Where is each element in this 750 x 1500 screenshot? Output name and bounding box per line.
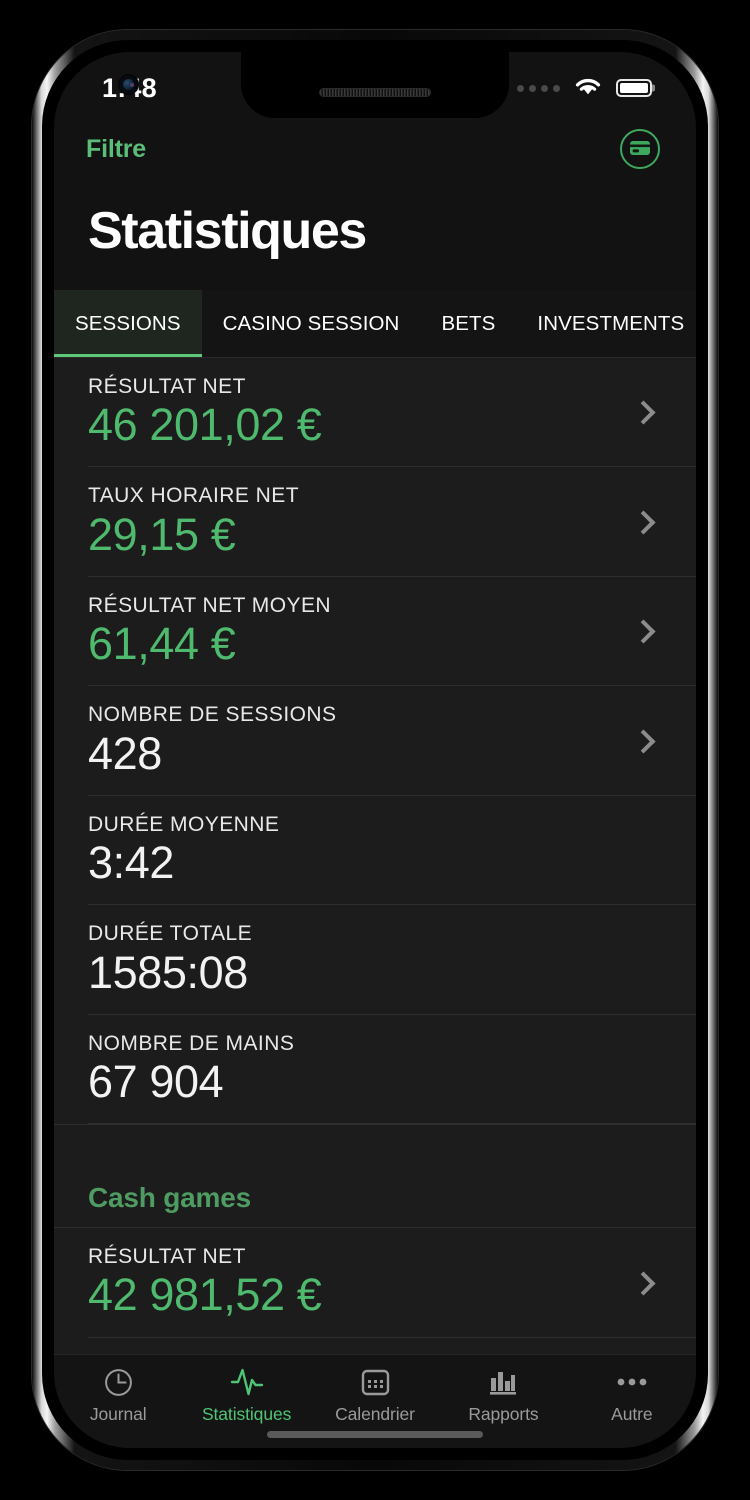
notch: [241, 52, 509, 118]
tab-bets[interactable]: BETS: [420, 290, 516, 358]
stat-row-duree-moyenne: DURÉE MOYENNE 3:42: [54, 795, 696, 906]
stat-label: NOMBRE DE SESSIONS: [88, 703, 337, 727]
filter-button[interactable]: Filtre: [86, 135, 146, 164]
stat-row-resultat-net-moyen[interactable]: RÉSULTAT NET MOYEN 61,44 €: [54, 576, 696, 687]
stat-row-taux-horaire-net[interactable]: TAUX HORAIRE NET 29,15 €: [54, 467, 696, 578]
page-title-text: Statistiques: [88, 202, 367, 260]
stat-value: 42 981,52 €: [88, 1269, 322, 1321]
stat-row-duree-totale: DURÉE TOTALE 1585:08: [54, 905, 696, 1016]
volume-down-button[interactable]: [32, 156, 40, 238]
tab-investments[interactable]: INVESTMENTS: [516, 290, 696, 358]
chevron-right-icon: [631, 619, 656, 644]
signal-dots-icon: [517, 84, 560, 92]
stat-value: 29,15 €: [88, 508, 236, 560]
chevron-right-icon: [631, 510, 656, 535]
pulse-icon: [230, 1367, 264, 1397]
stat-value: 3:42: [88, 837, 174, 889]
wifi-icon: [573, 75, 603, 102]
home-indicator[interactable]: [267, 1431, 483, 1438]
phone-frame: 1:48 Filtre: [32, 30, 718, 1470]
mute-switch-button[interactable]: [32, 30, 39, 74]
page-title: Statistiques: [54, 180, 696, 282]
front-camera-icon: [118, 74, 139, 95]
status-bar-icons: [517, 75, 652, 102]
tab-sessions[interactable]: SESSIONS: [54, 290, 202, 358]
power-button[interactable]: [32, 238, 40, 350]
stat-label: DURÉE TOTALE: [88, 922, 253, 946]
bottom-tab-label: Rapports: [468, 1404, 539, 1424]
stat-row-nombre-de-sessions[interactable]: NOMBRE DE SESSIONS 428: [54, 686, 696, 797]
bottom-tab-label: Autre: [611, 1404, 653, 1424]
volume-up-button[interactable]: [32, 74, 40, 156]
battery-icon: [616, 79, 652, 97]
nav-bar: Filtre: [54, 118, 696, 180]
tab-strip-divider: [54, 357, 696, 358]
bottom-tab-label: Statistiques: [201, 1404, 292, 1424]
stat-label: NOMBRE DE MAINS: [88, 1031, 295, 1055]
bankroll-button[interactable]: [620, 129, 660, 169]
chevron-right-icon: [631, 729, 656, 754]
stat-value: 1585:08: [88, 946, 248, 998]
stat-label: RÉSULTAT NET MOYEN: [88, 593, 332, 617]
bottom-tab-statistiques[interactable]: Statistiques: [182, 1367, 310, 1425]
stat-label: RÉSULTAT NET: [88, 375, 246, 398]
section-header-label: Cash games: [88, 1182, 251, 1214]
stat-label: DURÉE MOYENNE: [88, 812, 280, 836]
stat-label: RÉSULTAT NET: [88, 1245, 246, 1269]
stats-list[interactable]: RÉSULTAT NET 46 201,02 € TAUX HORAIRE NE…: [54, 358, 696, 1354]
tab-casino-session[interactable]: CASINO SESSION: [202, 290, 421, 358]
bottom-tab-label: Calendrier: [335, 1404, 415, 1424]
chevron-right-icon: [631, 400, 656, 425]
calendar-icon: [361, 1367, 390, 1397]
bottom-tab-autre[interactable]: Autre: [568, 1367, 696, 1425]
ellipsis-icon: [616, 1367, 648, 1397]
bottom-tab-journal[interactable]: Journal: [54, 1367, 182, 1425]
bar-chart-icon: [488, 1367, 518, 1397]
bottom-tab-calendrier[interactable]: Calendrier: [311, 1367, 439, 1425]
phone-screen: 1:48 Filtre: [54, 52, 696, 1448]
section-header-cash-games: Cash games: [54, 1124, 696, 1229]
stat-label: TAUX HORAIRE NET: [88, 484, 299, 508]
stat-value: 428: [88, 727, 162, 779]
tab-strip: SESSIONS CASINO SESSION BETS INVESTMENTS: [54, 290, 696, 358]
clock-icon: [104, 1367, 133, 1397]
stat-value: 67 904: [88, 1056, 224, 1107]
stat-row-cash-taux-horaire-net[interactable]: TAUX HORAIRE NET: [54, 1337, 696, 1354]
credit-card-icon: [629, 139, 651, 160]
bottom-tab-rapports[interactable]: Rapports: [439, 1367, 567, 1425]
earpiece-speaker-icon: [319, 88, 431, 97]
bottom-tab-label: Journal: [89, 1404, 147, 1424]
chevron-right-icon: [631, 1271, 656, 1296]
stat-row-cash-resultat-net[interactable]: RÉSULTAT NET 42 981,52 €: [54, 1228, 696, 1339]
stat-row-resultat-net[interactable]: RÉSULTAT NET 46 201,02 €: [54, 358, 696, 468]
stat-row-nombre-de-mains: NOMBRE DE MAINS 67 904: [54, 1014, 696, 1125]
stat-value: 61,44 €: [88, 618, 236, 670]
stat-value: 46 201,02 €: [88, 399, 322, 451]
